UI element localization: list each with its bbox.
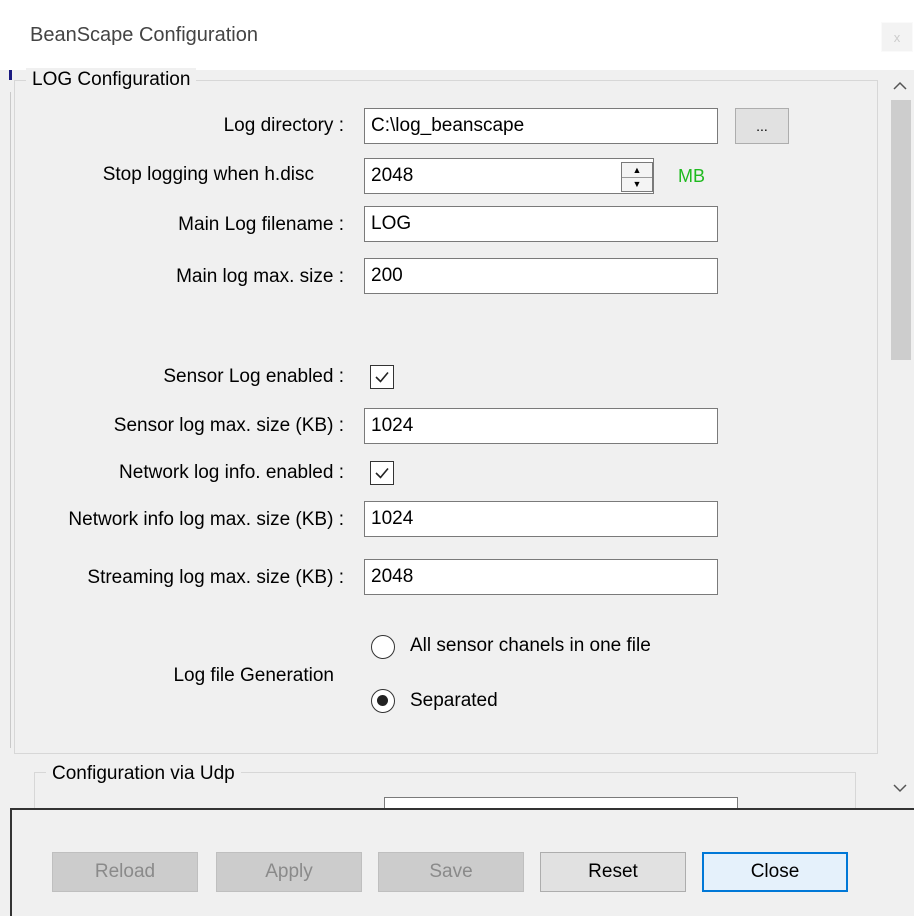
sensor-log-enabled-label: Sensor Log enabled : <box>163 366 344 387</box>
network-info-log-max-size-label: Network info log max. size (KB) : <box>68 509 344 530</box>
radio-selected-dot <box>377 695 388 706</box>
udp-configuration-legend: Configuration via Udp <box>46 762 241 786</box>
sensor-log-enabled-checkbox[interactable] <box>370 365 394 389</box>
stop-logging-label: Stop logging when h.disc <box>102 164 314 185</box>
chevron-up-icon[interactable] <box>886 72 914 100</box>
main-log-filename-label: Main Log filename : <box>178 214 344 235</box>
title-bar: BeanScape Configuration x <box>0 0 914 70</box>
streaming-log-max-size-input[interactable]: 2048 <box>364 559 718 595</box>
radio-all-in-one-file-label[interactable]: All sensor chanels in one file <box>410 634 651 658</box>
log-directory-label: Log directory : <box>223 115 344 136</box>
scrollbar-thumb[interactable] <box>891 100 911 360</box>
network-log-enabled-label: Network log info. enabled : <box>119 462 344 483</box>
spin-up-icon[interactable]: ▲ <box>622 163 652 178</box>
close-window-button[interactable]: x <box>881 22 913 52</box>
apply-button[interactable]: Apply <box>216 852 362 892</box>
close-button[interactable]: Close <box>702 852 848 892</box>
reload-button[interactable]: Reload <box>52 852 198 892</box>
log-configuration-legend: LOG Configuration <box>26 68 197 92</box>
sensor-log-max-size-input[interactable]: 1024 <box>364 408 718 444</box>
reset-button[interactable]: Reset <box>540 852 686 892</box>
window-title: BeanScape Configuration <box>30 24 258 46</box>
log-directory-input[interactable]: C:\log_beanscape <box>364 108 718 144</box>
checkmark-icon <box>375 467 389 479</box>
main-log-max-size-input[interactable]: 200 <box>364 258 718 294</box>
chevron-down-icon[interactable] <box>886 774 914 802</box>
stop-logging-spinner[interactable]: ▲ ▼ <box>621 162 653 192</box>
streaming-log-max-size-label: Streaming log max. size (KB) : <box>87 567 344 588</box>
vertical-scrollbar[interactable] <box>886 70 914 806</box>
spin-down-icon[interactable]: ▼ <box>622 177 652 191</box>
unit-label: MB <box>678 166 705 186</box>
log-file-generation-label: Log file Generation <box>173 665 334 686</box>
stop-logging-input[interactable]: 2048 <box>364 158 654 194</box>
sensor-log-max-size-label: Sensor log max. size (KB) : <box>113 415 344 436</box>
checkmark-icon <box>375 371 389 383</box>
radio-separated[interactable] <box>371 689 395 713</box>
main-log-filename-input[interactable]: LOG <box>364 206 718 242</box>
network-info-log-max-size-input[interactable]: 1024 <box>364 501 718 537</box>
network-log-enabled-checkbox[interactable] <box>370 461 394 485</box>
radio-separated-label[interactable]: Separated <box>410 689 498 713</box>
main-log-max-size-label: Main log max. size : <box>176 266 344 287</box>
browse-directory-button[interactable]: ... <box>735 108 789 144</box>
left-edge-marker <box>9 70 12 80</box>
left-border-line <box>10 92 11 748</box>
radio-all-in-one-file[interactable] <box>371 635 395 659</box>
save-button[interactable]: Save <box>378 852 524 892</box>
